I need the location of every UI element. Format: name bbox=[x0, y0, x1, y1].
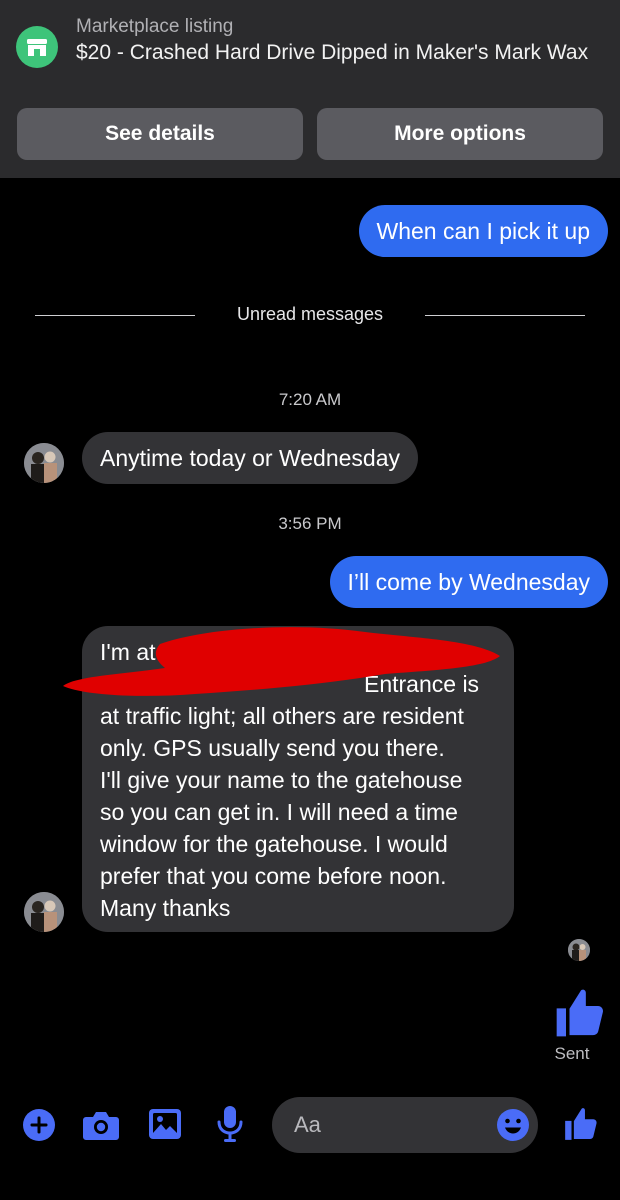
sent-status: Sent bbox=[554, 1044, 590, 1063]
thumbs-up-icon[interactable] bbox=[562, 1105, 600, 1143]
microphone-icon[interactable] bbox=[216, 1104, 244, 1144]
message-input[interactable] bbox=[294, 1111, 474, 1139]
listing-title[interactable]: $20 - Crashed Hard Drive Dipped in Maker… bbox=[76, 40, 596, 66]
emoji-icon[interactable] bbox=[496, 1108, 530, 1142]
plus-icon[interactable] bbox=[22, 1108, 56, 1142]
listing-label: Marketplace listing bbox=[76, 16, 234, 37]
see-details-button[interactable]: See details bbox=[17, 108, 303, 160]
marketplace-banner: Marketplace listing $20 - Crashed Hard D… bbox=[0, 0, 620, 178]
image-icon[interactable] bbox=[148, 1108, 182, 1140]
read-receipt-avatar bbox=[568, 939, 590, 961]
store-icon bbox=[16, 26, 58, 68]
avatar[interactable] bbox=[24, 892, 64, 932]
redaction-mark bbox=[63, 627, 500, 696]
message-line: only. GPS usually send you there. bbox=[100, 735, 445, 761]
outgoing-message[interactable]: When can I pick it up bbox=[358, 205, 608, 257]
message-line: prefer that you come before noon. bbox=[100, 863, 447, 889]
divider-line-right bbox=[425, 315, 585, 316]
message-line: so you can get in. I will need a time bbox=[100, 799, 458, 825]
message-line: I'll give your name to the gatehouse bbox=[100, 767, 463, 793]
camera-icon[interactable] bbox=[82, 1108, 120, 1142]
timestamp: 7:20 AM bbox=[278, 390, 342, 409]
outgoing-message[interactable]: I’ll come by Wednesday bbox=[329, 556, 608, 608]
message-composer[interactable] bbox=[272, 1097, 538, 1153]
timestamp: 3:56 PM bbox=[278, 514, 342, 533]
more-options-button[interactable]: More options bbox=[317, 108, 603, 160]
incoming-message[interactable]: Anytime today or Wednesday bbox=[82, 432, 419, 484]
thumbs-up-icon[interactable] bbox=[552, 985, 608, 1041]
message-line: Many thanks bbox=[100, 895, 231, 921]
message-line: window for the gatehouse. I would bbox=[100, 831, 448, 857]
avatar[interactable] bbox=[24, 443, 64, 483]
